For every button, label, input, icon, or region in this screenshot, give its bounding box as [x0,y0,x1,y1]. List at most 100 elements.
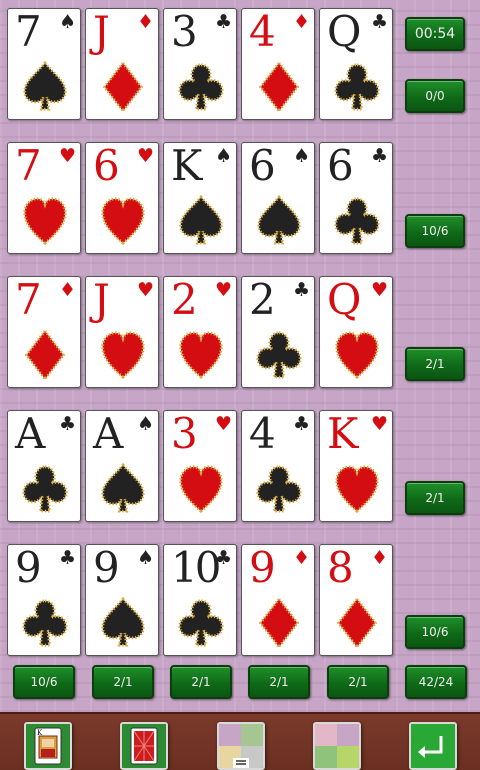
card-k-of-hearts[interactable]: K ♥ [319,410,393,522]
card-rank: J [93,8,110,56]
column-score-2: 2/1 [92,665,154,699]
card-rank: 8 [327,544,354,592]
diamond-icon: ♦ [136,11,154,33]
card-k-of-spades[interactable]: K ♠ [163,142,237,254]
card-6-of-clubs[interactable]: 6 ♣ [319,142,393,254]
club-icon: ♣ [214,547,232,569]
club-icon: ♣ [58,547,76,569]
diamond-icon: ♦ [292,547,310,569]
diamond-icon [258,60,300,114]
card-j-of-diamonds[interactable]: J ♦ [85,8,159,120]
heart-icon [23,197,67,245]
card-6-of-spades[interactable]: 6 ♠ [241,142,315,254]
card-10-of-clubs[interactable]: 10 ♣ [163,544,237,656]
diamond-icon [102,60,144,114]
background-tiles-icon [315,724,359,768]
club-icon [22,599,68,647]
undo-button[interactable] [409,722,457,770]
card-j-of-hearts[interactable]: J ♥ [85,276,159,388]
row-score-4: 10/6 [405,615,465,649]
club-icon: ♣ [370,145,388,167]
spade-icon: ♠ [58,11,76,33]
bottom-toolbar: K [0,712,480,770]
heart-icon: ♥ [214,279,232,301]
menu-button[interactable] [217,722,265,770]
heart-icon: ♥ [370,279,388,301]
column-score-4: 2/1 [248,665,310,699]
row-score-2: 2/1 [405,347,465,381]
card-rank: 9 [249,544,276,592]
card-rank: 9 [15,544,42,592]
card-rank: Q [327,276,361,324]
card-a-of-spades[interactable]: A ♠ [85,410,159,522]
card-q-of-clubs[interactable]: Q ♣ [319,8,393,120]
card-back-icon [122,724,166,768]
card-7-of-diamonds[interactable]: 7 ♦ [7,276,81,388]
new-game-button[interactable]: K [24,722,72,770]
heart-icon: ♥ [136,279,154,301]
diamond-icon: ♦ [292,11,310,33]
card-3-of-clubs[interactable]: 3 ♣ [163,8,237,120]
row-score-1: 10/6 [405,214,465,248]
card-3-of-hearts[interactable]: 3 ♥ [163,410,237,522]
card-4-of-diamonds[interactable]: 4 ♦ [241,8,315,120]
card-2-of-clubs[interactable]: 2 ♣ [241,276,315,388]
total-score: 42/24 [405,665,467,699]
card-6-of-hearts[interactable]: 6 ♥ [85,142,159,254]
card-q-of-hearts[interactable]: Q ♥ [319,276,393,388]
card-rank: A [15,410,45,458]
card-back-button[interactable] [120,722,168,770]
card-9-of-spades[interactable]: 9 ♠ [85,544,159,656]
card-7-of-hearts[interactable]: 7 ♥ [7,142,81,254]
card-rank: 3 [171,410,198,458]
heart-icon [335,465,379,513]
background-button[interactable] [313,722,361,770]
club-icon: ♣ [292,413,310,435]
card-rank: K [171,142,202,190]
card-9-of-clubs[interactable]: 9 ♣ [7,544,81,656]
card-9-of-diamonds[interactable]: 9 ♦ [241,544,315,656]
card-rank: 6 [93,142,120,190]
card-king-icon: K [26,724,70,768]
diamond-icon: ♦ [58,279,76,301]
heart-icon [335,331,379,379]
game-table: 7 ♠ J ♦ 3 ♣ 4 ♦ Q ♣ 7 ♥ 6 ♥ K ♠ 6 ♠ 6 ♣ 7 ♦ J ♥ 2 ♥ 2 ♣ Q ♥ A ♣ A ♠ 3 ♥ 4 ♣ K ♥… [0,0,480,712]
card-4-of-clubs[interactable]: 4 ♣ [241,410,315,522]
heart-icon [179,465,223,513]
card-rank: 2 [249,276,276,324]
diamond-icon [258,596,300,650]
spade-icon: ♠ [136,547,154,569]
card-rank: 6 [327,142,354,190]
spade-icon: ♠ [292,145,310,167]
heart-icon: ♥ [58,145,76,167]
card-8-of-diamonds[interactable]: 8 ♦ [319,544,393,656]
spade-icon [179,194,223,245]
diamond-icon: ♦ [370,547,388,569]
heart-icon [179,331,223,379]
column-score-1: 10/6 [13,665,75,699]
spade-icon [101,596,145,647]
card-rank: 10 [171,544,221,592]
card-rank: 7 [15,142,42,190]
card-rank: Q [327,8,361,56]
club-icon [178,63,224,111]
diamond-icon [336,596,378,650]
heart-icon [101,197,145,245]
timer-display: 00:54 [405,17,465,51]
heart-icon: ♥ [136,145,154,167]
heart-icon: ♥ [214,413,232,435]
spade-icon [101,462,145,513]
diamond-icon [24,328,66,382]
card-rank: 7 [15,276,42,324]
card-7-of-spades[interactable]: 7 ♠ [7,8,81,120]
club-icon: ♣ [370,11,388,33]
card-a-of-clubs[interactable]: A ♣ [7,410,81,522]
column-score-5: 2/1 [327,665,389,699]
club-icon [334,63,380,111]
heart-icon [101,331,145,379]
spade-icon: ♠ [136,413,154,435]
card-rank: J [93,276,110,324]
club-icon: ♣ [292,279,310,301]
card-2-of-hearts[interactable]: 2 ♥ [163,276,237,388]
score-display: 0/0 [405,79,465,113]
